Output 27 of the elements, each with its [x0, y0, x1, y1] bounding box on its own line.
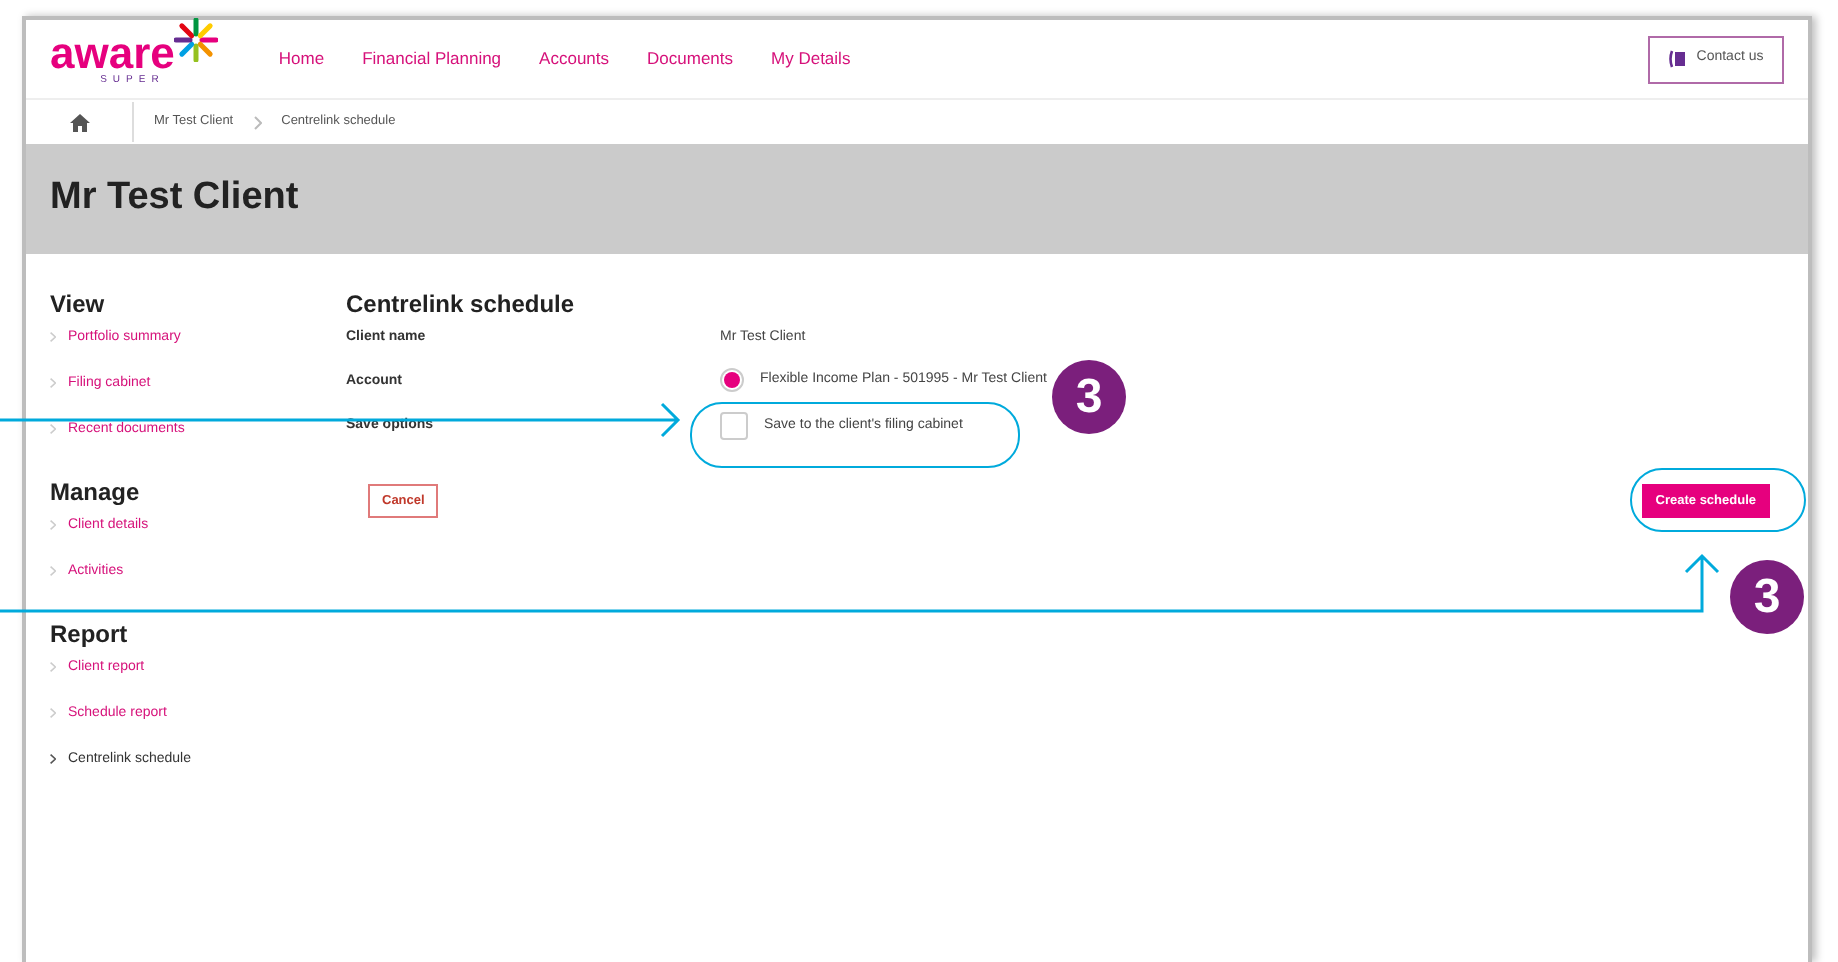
- logo-wordmark: aware: [50, 33, 175, 73]
- chevron-icon: [50, 708, 56, 718]
- form-title: Centrelink schedule: [346, 288, 577, 320]
- nav-link[interactable]: Documents: [647, 46, 734, 72]
- nav-link[interactable]: Financial Planning: [362, 46, 502, 72]
- sidebar-heading: Manage: [50, 476, 142, 508]
- chevron-icon: [50, 662, 56, 672]
- sidebar-heading: Report: [50, 618, 130, 650]
- step-badge: 3: [1730, 560, 1804, 634]
- radio-button[interactable]: [720, 368, 744, 392]
- chevron-icon: [50, 520, 56, 530]
- chevron-icon: [50, 332, 56, 342]
- nav-link[interactable]: My Details: [771, 46, 851, 72]
- phone-icon: [1668, 50, 1687, 68]
- nav-link[interactable]: Accounts: [539, 46, 610, 72]
- chevron-icon: [253, 115, 262, 129]
- chevron-icon: [50, 424, 56, 434]
- home-icon[interactable]: [70, 113, 90, 131]
- chevron-icon: [50, 754, 56, 764]
- page-title: Mr Test Client: [50, 174, 299, 223]
- chevron-icon: [50, 378, 56, 388]
- checkbox[interactable]: [720, 412, 748, 440]
- sidebar-heading: View: [50, 288, 107, 320]
- star-logo-icon: [174, 17, 219, 61]
- chevron-icon: [50, 566, 56, 576]
- step-badge: 3: [1052, 360, 1126, 434]
- nav-link[interactable]: Home: [278, 46, 325, 72]
